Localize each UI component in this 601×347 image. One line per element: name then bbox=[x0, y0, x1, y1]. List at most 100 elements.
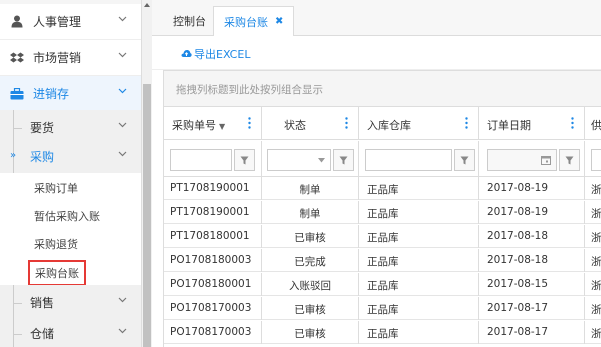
filter-input[interactable] bbox=[365, 149, 452, 171]
filter-funnel-icon[interactable] bbox=[454, 149, 475, 171]
sidebar-leaf-estimated-entry[interactable]: 暂估采购入账 bbox=[0, 201, 141, 229]
calendar-icon[interactable] bbox=[541, 155, 551, 165]
column-label: 入库仓库 bbox=[367, 119, 411, 132]
group-hint: 拖拽列标题到此处按列组合显示 bbox=[176, 84, 323, 96]
sidebar: 人事管理 市场营销 进销存 要货 » 采购 采购订单 暂估采购入账 采购退货 采… bbox=[0, 0, 152, 347]
table-row[interactable]: PO1708180003 已完成 正品库 2017-08-18 浙 bbox=[164, 249, 601, 272]
sidebar-sub-label: 采购 bbox=[30, 150, 55, 164]
column-menu-icon[interactable] bbox=[571, 117, 574, 129]
sort-desc-icon[interactable]: ▼ bbox=[219, 122, 225, 131]
table-row[interactable]: PT1708180001 已审核 正品库 2017-08-18 浙 bbox=[164, 225, 601, 248]
cell-warehouse: 正品库 bbox=[359, 321, 479, 344]
cell-order-no: PO1708170003 bbox=[164, 297, 262, 320]
column-label: 订单日期 bbox=[487, 119, 531, 132]
cell-status: 制单 bbox=[262, 201, 359, 224]
sidebar-item-label: 进销存 bbox=[33, 87, 70, 101]
scrollbar-thumb[interactable] bbox=[143, 84, 151, 347]
cell-order-no: PO1708180001 bbox=[164, 273, 262, 296]
sidebar-item-marketing[interactable]: 市场营销 bbox=[0, 40, 141, 76]
column-header-supplier[interactable]: 供 bbox=[585, 107, 601, 140]
table-row[interactable]: PO1708170003 已审核 正品库 2017-08-17 浙 bbox=[164, 297, 601, 320]
column-header-order-no[interactable]: 采购单号 ▼ bbox=[164, 107, 262, 140]
chevron-down-icon bbox=[118, 151, 127, 157]
scroll-up-arrow-icon[interactable] bbox=[144, 3, 150, 7]
briefcase-icon bbox=[10, 87, 24, 101]
sidebar-sub-label: 仓储 bbox=[30, 327, 55, 341]
sidebar-scrollbar[interactable] bbox=[141, 0, 152, 347]
cell-status: 已审核 bbox=[262, 321, 359, 344]
sidebar-leaf-purchase-return[interactable]: 采购退货 bbox=[0, 229, 141, 257]
column-header-status[interactable]: 状态 bbox=[262, 107, 359, 140]
chevron-down-icon bbox=[118, 328, 127, 334]
sidebar-item-hr[interactable]: 人事管理 bbox=[0, 4, 141, 40]
sidebar-leaf-label: 暂估采购入账 bbox=[34, 210, 100, 223]
export-excel-button[interactable]: 导出EXCEL bbox=[181, 46, 250, 62]
tab-purchase-ledger[interactable]: 采购台账 ✖ bbox=[213, 6, 295, 37]
filter-cell-supplier bbox=[585, 141, 601, 177]
export-label: 导出EXCEL bbox=[194, 48, 251, 61]
column-menu-icon[interactable] bbox=[465, 117, 468, 129]
close-icon[interactable]: ✖ bbox=[275, 16, 283, 27]
filter-input[interactable] bbox=[170, 149, 232, 171]
cell-status: 已审核 bbox=[262, 297, 359, 320]
table-row[interactable]: PT1708190001 制单 正品库 2017-08-19 浙 bbox=[164, 177, 601, 200]
cell-order-date: 2017-08-15 bbox=[479, 273, 585, 296]
filter-funnel-icon[interactable] bbox=[559, 149, 580, 171]
cell-supplier: 浙 bbox=[591, 256, 601, 268]
cell-status: 制单 bbox=[262, 177, 359, 200]
cell-status: 已完成 bbox=[262, 249, 359, 272]
tab-bar: 控制台 采购台账 ✖ bbox=[152, 0, 601, 37]
cell-warehouse: 正品库 bbox=[359, 273, 479, 296]
sidebar-sub-label: 销售 bbox=[30, 296, 55, 310]
filter-funnel-icon[interactable] bbox=[333, 149, 354, 171]
app-window: 人事管理 市场营销 进销存 要货 » 采购 采购订单 暂估采购入账 采购退货 采… bbox=[0, 0, 601, 347]
table-row[interactable]: PO1708180001 入账驳回 正品库 2017-08-15 浙 bbox=[164, 273, 601, 296]
cell-supplier: 浙 bbox=[591, 232, 601, 244]
filter-input[interactable] bbox=[591, 149, 601, 171]
cell-supplier: 浙 bbox=[591, 304, 601, 316]
data-grid: 拖拽列标题到此处按列组合显示 采购单号 ▼ 状态 入库仓库 订单日期 供 PT1… bbox=[163, 70, 601, 347]
column-header-warehouse[interactable]: 入库仓库 bbox=[359, 107, 479, 140]
sidebar-sub-warehouse[interactable]: 仓储 bbox=[0, 316, 141, 347]
tab-dashboard[interactable]: 控制台 bbox=[163, 6, 217, 36]
sidebar-leaf-purchase-ledger[interactable]: 采购台账 bbox=[0, 257, 141, 286]
filter-select[interactable] bbox=[267, 149, 331, 171]
column-menu-icon[interactable] bbox=[345, 117, 348, 129]
cell-order-no: PO1708180003 bbox=[164, 249, 262, 272]
column-header-order-date[interactable]: 订单日期 bbox=[479, 107, 585, 140]
cell-order-no: PT1708190001 bbox=[164, 201, 262, 224]
column-menu-icon[interactable] bbox=[248, 117, 251, 129]
tree-connector bbox=[14, 303, 22, 304]
cell-order-no: PT1708180001 bbox=[164, 225, 262, 248]
sidebar-leaf-label: 采购退货 bbox=[34, 238, 78, 251]
cell-order-no: PT1708190001 bbox=[164, 177, 262, 200]
filter-row bbox=[164, 141, 601, 177]
cloud-upload-icon bbox=[181, 48, 192, 61]
filter-cell-order-no bbox=[164, 141, 262, 177]
tree-line bbox=[13, 316, 14, 347]
sidebar-leaf-label: 采购台账 bbox=[28, 260, 86, 286]
cell-order-date: 2017-08-18 bbox=[479, 225, 585, 248]
sidebar-leaf-label: 采购订单 bbox=[34, 182, 78, 195]
filter-date-input[interactable] bbox=[487, 149, 557, 171]
dropbox-icon bbox=[10, 51, 24, 65]
column-label: 供 bbox=[591, 119, 601, 132]
sidebar-item-inventory[interactable]: 进销存 bbox=[0, 76, 141, 112]
group-by-panel[interactable]: 拖拽列标题到此处按列组合显示 bbox=[164, 71, 601, 107]
filter-funnel-icon[interactable] bbox=[234, 149, 255, 171]
filter-cell-status bbox=[262, 141, 359, 177]
double-chevron-right-icon: » bbox=[10, 150, 17, 161]
dropdown-caret-icon bbox=[318, 158, 325, 163]
cell-order-date: 2017-08-19 bbox=[479, 201, 585, 224]
sidebar-sub-purchase[interactable]: » 采购 bbox=[0, 139, 141, 175]
cell-supplier: 浙 bbox=[591, 280, 601, 292]
filter-cell-order-date bbox=[479, 141, 585, 177]
cell-warehouse: 正品库 bbox=[359, 201, 479, 224]
cell-warehouse: 正品库 bbox=[359, 249, 479, 272]
sidebar-leaf-purchase-order[interactable]: 采购订单 bbox=[0, 173, 141, 201]
user-icon bbox=[10, 15, 24, 29]
cell-supplier: 浙 bbox=[591, 184, 601, 196]
table-row[interactable]: PO1708170003 已审核 正品库 2017-08-17 浙 bbox=[164, 321, 601, 344]
cell-order-date: 2017-08-17 bbox=[479, 297, 585, 320]
table-row[interactable]: PT1708190001 制单 正品库 2017-08-19 浙 bbox=[164, 201, 601, 224]
